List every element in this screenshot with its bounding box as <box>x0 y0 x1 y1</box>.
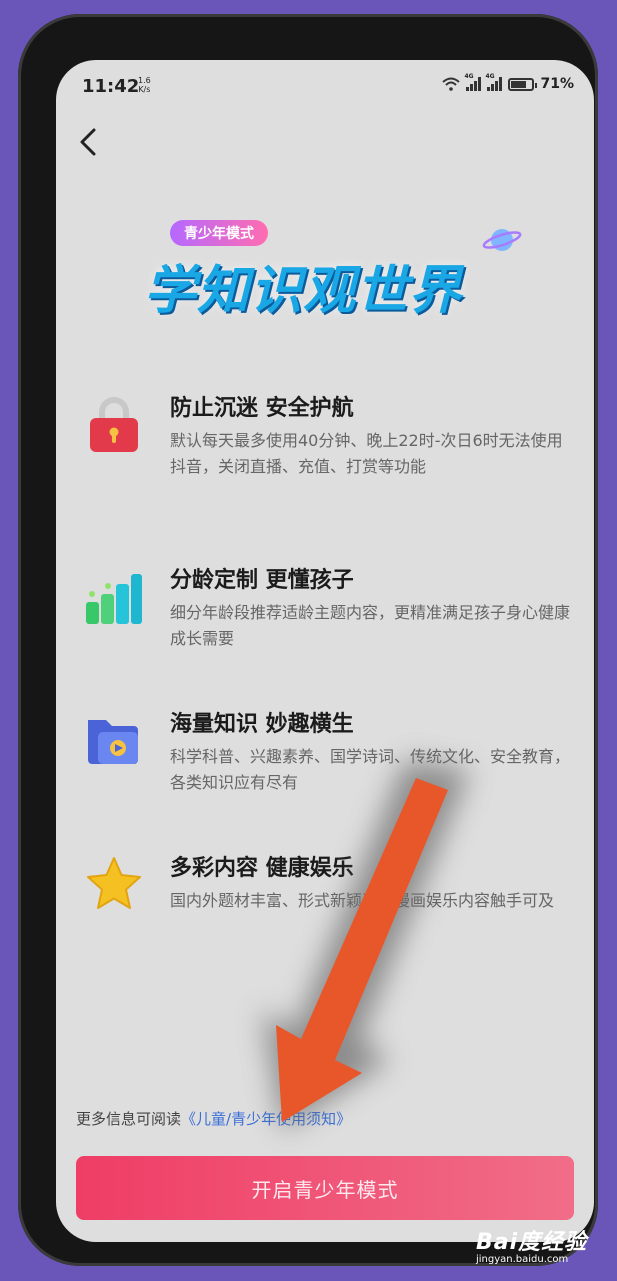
enable-youth-mode-button[interactable]: 开启青少年模式 <box>76 1156 574 1220</box>
slogan: 学知识观世界 <box>144 261 463 321</box>
lock-icon <box>90 397 138 452</box>
battery-icon <box>508 77 538 91</box>
planet-icon <box>482 229 522 251</box>
speed-value: 1.6 <box>138 76 151 85</box>
signal-icon-2: 4G <box>485 73 503 91</box>
phone-frame: 11:42 1.6 K/s 4G 4G 71% 青少年模式 学知识观世界 防止沉… <box>18 14 598 1266</box>
mode-label: 青少年模式 <box>170 220 268 246</box>
wifi-icon <box>442 77 461 91</box>
youth-mode-banner: 青少年模式 学知识观世界 <box>140 212 540 332</box>
video-folder-icon <box>88 720 138 764</box>
feature-title: 多彩内容 健康娱乐 <box>170 856 354 881</box>
feature-desc: 国内外题材丰富、形式新颖正向漫画娱乐内容触手可及 <box>170 891 555 910</box>
watermark-logo: Bai度经验 <box>476 1230 588 1255</box>
guidelines-link[interactable]: 《儿童/青少年使用须知》 <box>181 1110 351 1128</box>
network-tag: 4G <box>464 73 474 80</box>
network-speed: 1.6 K/s <box>138 76 151 94</box>
network-tag-2: 4G <box>485 73 495 80</box>
status-bar: 11:42 1.6 K/s 4G 4G 71% <box>82 73 574 100</box>
status-icons: 4G 4G 71% <box>442 73 574 92</box>
status-time: 11:42 <box>82 76 140 97</box>
feature-title: 防止沉迷 安全护航 <box>170 396 354 421</box>
feature-title: 海量知识 妙趣横生 <box>170 712 354 737</box>
speed-unit: K/s <box>138 85 151 94</box>
feature-desc: 科学科普、兴趣素养、国学诗词、传统文化、安全教育，各类知识应有尽有 <box>170 747 571 792</box>
more-info-prefix: 更多信息可阅读 <box>76 1110 182 1128</box>
battery-percent: 71% <box>540 76 574 92</box>
feature-title: 分龄定制 更懂孩子 <box>170 568 354 593</box>
bar-chart-icon <box>86 574 142 624</box>
watermark: Bai度经验 jingyan.baidu.com <box>476 1224 587 1265</box>
signal-icon: 4G <box>464 73 482 91</box>
feature-desc: 默认每天最多使用40分钟、晚上22时-次日6时无法使用抖音，关闭直播、充值、打赏… <box>170 431 563 476</box>
chevron-left-icon <box>80 128 96 156</box>
app-screen: 11:42 1.6 K/s 4G 4G 71% 青少年模式 学知识观世界 防止沉… <box>56 60 594 1242</box>
star-icon <box>87 857 141 909</box>
back-button[interactable] <box>72 122 106 162</box>
more-info-text: 更多信息可阅读《儿童/青少年使用须知》 <box>76 1108 351 1129</box>
feature-desc: 细分年龄段推荐适龄主题内容，更精准满足孩子身心健康成长需要 <box>170 603 571 648</box>
